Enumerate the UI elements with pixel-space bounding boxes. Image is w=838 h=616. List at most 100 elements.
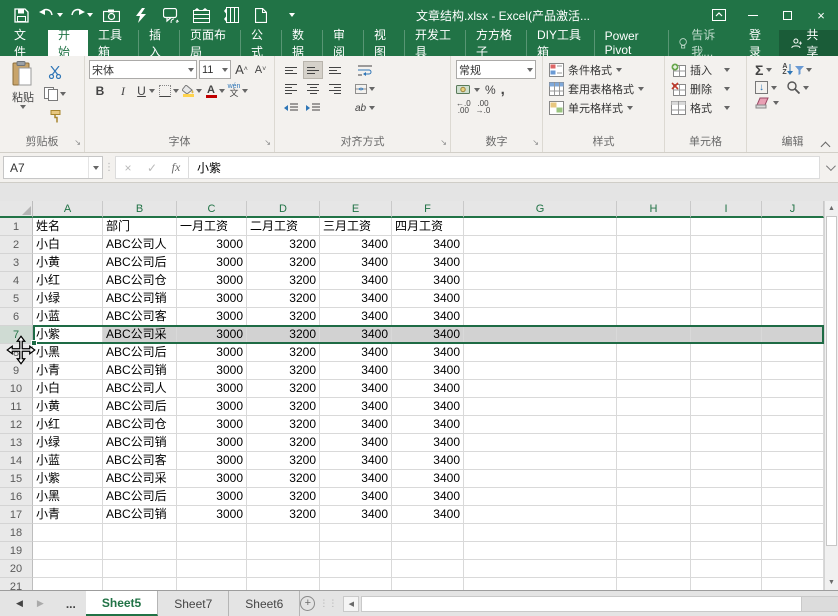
- row-header-17[interactable]: 17: [0, 506, 33, 524]
- cell-C2[interactable]: 3000: [177, 236, 247, 254]
- column-header-A[interactable]: A: [33, 201, 103, 218]
- sort-filter-icon[interactable]: AZ: [782, 63, 813, 76]
- cell-G2[interactable]: [464, 236, 617, 254]
- cell-D6[interactable]: 3200: [247, 308, 320, 326]
- cell-I9[interactable]: [691, 362, 762, 380]
- cell-I11[interactable]: [691, 398, 762, 416]
- cell-B12[interactable]: ABC公司仓: [103, 416, 177, 434]
- cell-B3[interactable]: ABC公司后: [103, 254, 177, 272]
- cell-F5[interactable]: 3400: [392, 290, 464, 308]
- redo-icon[interactable]: [68, 4, 94, 26]
- cell-G11[interactable]: [464, 398, 617, 416]
- cell-G9[interactable]: [464, 362, 617, 380]
- align-center-icon[interactable]: [303, 80, 323, 98]
- font-size-select[interactable]: 11: [199, 60, 231, 79]
- cell-H10[interactable]: [617, 380, 691, 398]
- cell-F10[interactable]: 3400: [392, 380, 464, 398]
- column-width-icon[interactable]: [218, 4, 244, 26]
- column-header-D[interactable]: D: [247, 201, 320, 218]
- cell-A1[interactable]: 姓名: [33, 218, 103, 236]
- cell-D16[interactable]: 3200: [247, 488, 320, 506]
- cell-J7[interactable]: [762, 326, 824, 344]
- cell-H21[interactable]: [617, 578, 691, 590]
- cell-J3[interactable]: [762, 254, 824, 272]
- cell-I7[interactable]: [691, 326, 762, 344]
- cell-E17[interactable]: 3400: [320, 506, 392, 524]
- cell-G10[interactable]: [464, 380, 617, 398]
- align-left-icon[interactable]: [281, 80, 301, 98]
- number-dialog-launcher-icon[interactable]: ↘: [532, 135, 539, 150]
- cell-D19[interactable]: [247, 542, 320, 560]
- maximize-button[interactable]: [770, 0, 804, 30]
- cell-C5[interactable]: 3000: [177, 290, 247, 308]
- cell-C8[interactable]: 3000: [177, 344, 247, 362]
- number-format-select[interactable]: 常规: [456, 60, 536, 79]
- align-top-icon[interactable]: [281, 61, 301, 79]
- cell-D18[interactable]: [247, 524, 320, 542]
- cell-J18[interactable]: [762, 524, 824, 542]
- cell-C3[interactable]: 3000: [177, 254, 247, 272]
- cell-A21[interactable]: [33, 578, 103, 590]
- cell-F4[interactable]: 3400: [392, 272, 464, 290]
- cell-G13[interactable]: [464, 434, 617, 452]
- cell-J4[interactable]: [762, 272, 824, 290]
- format-as-table-button[interactable]: 套用表格格式: [549, 81, 662, 97]
- row-header-18[interactable]: 18: [0, 524, 33, 542]
- cell-D8[interactable]: 3200: [247, 344, 320, 362]
- cell-F3[interactable]: 3400: [392, 254, 464, 272]
- phonetic-guide-icon[interactable]: wén 文: [227, 82, 249, 100]
- cell-I3[interactable]: [691, 254, 762, 272]
- cell-E12[interactable]: 3400: [320, 416, 392, 434]
- cell-C4[interactable]: 3000: [177, 272, 247, 290]
- cell-B15[interactable]: ABC公司采: [103, 470, 177, 488]
- cell-B14[interactable]: ABC公司客: [103, 452, 177, 470]
- cell-G16[interactable]: [464, 488, 617, 506]
- cell-A8[interactable]: 小黑: [33, 344, 103, 362]
- cell-D20[interactable]: [247, 560, 320, 578]
- cell-H19[interactable]: [617, 542, 691, 560]
- cell-G18[interactable]: [464, 524, 617, 542]
- cell-D11[interactable]: 3200: [247, 398, 320, 416]
- tab-home[interactable]: 开始: [48, 28, 88, 59]
- cell-B4[interactable]: ABC公司仓: [103, 272, 177, 290]
- cell-J1[interactable]: [762, 218, 824, 236]
- cell-E8[interactable]: 3400: [320, 344, 392, 362]
- font-name-select[interactable]: 宋体: [89, 60, 197, 79]
- tab-view[interactable]: 视图: [364, 28, 405, 59]
- undo-icon[interactable]: [38, 4, 64, 26]
- name-box-dropdown-icon[interactable]: [88, 157, 102, 178]
- tab-insert[interactable]: 插入: [139, 28, 180, 59]
- cell-I4[interactable]: [691, 272, 762, 290]
- cell-C17[interactable]: 3000: [177, 506, 247, 524]
- cell-H17[interactable]: [617, 506, 691, 524]
- cell-J2[interactable]: [762, 236, 824, 254]
- new-sheet-button[interactable]: +: [300, 591, 316, 616]
- cell-H3[interactable]: [617, 254, 691, 272]
- cell-I10[interactable]: [691, 380, 762, 398]
- cell-C13[interactable]: 3000: [177, 434, 247, 452]
- format-cells-button[interactable]: 格式: [671, 100, 744, 116]
- cell-A4[interactable]: 小红: [33, 272, 103, 290]
- tab-formulas[interactable]: 公式: [241, 28, 282, 59]
- merge-center-icon[interactable]: [355, 80, 375, 98]
- cell-H5[interactable]: [617, 290, 691, 308]
- cell-F14[interactable]: 3400: [392, 452, 464, 470]
- cell-D17[interactable]: 3200: [247, 506, 320, 524]
- cell-D21[interactable]: [247, 578, 320, 590]
- cell-D14[interactable]: 3200: [247, 452, 320, 470]
- cell-A6[interactable]: 小蓝: [33, 308, 103, 326]
- tab-toolbox[interactable]: 工具箱: [88, 28, 139, 59]
- cell-B5[interactable]: ABC公司销: [103, 290, 177, 308]
- cell-H7[interactable]: [617, 326, 691, 344]
- increase-decimal-icon[interactable]: ←.0.00: [456, 100, 471, 115]
- cell-I8[interactable]: [691, 344, 762, 362]
- bold-button[interactable]: B: [89, 82, 111, 100]
- cell-D12[interactable]: 3200: [247, 416, 320, 434]
- cell-E9[interactable]: 3400: [320, 362, 392, 380]
- cell-B10[interactable]: ABC公司人: [103, 380, 177, 398]
- flash-fill-icon[interactable]: [128, 4, 154, 26]
- row-header-16[interactable]: 16: [0, 488, 33, 506]
- cell-E15[interactable]: 3400: [320, 470, 392, 488]
- cell-J15[interactable]: [762, 470, 824, 488]
- cell-E3[interactable]: 3400: [320, 254, 392, 272]
